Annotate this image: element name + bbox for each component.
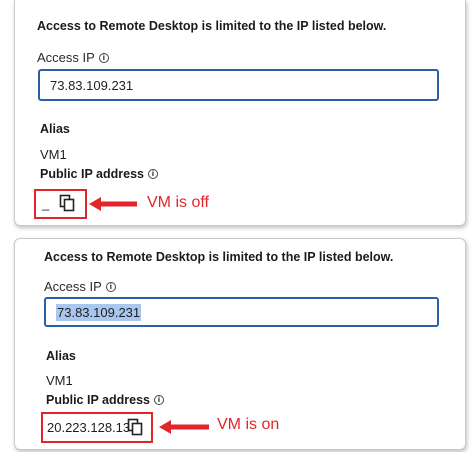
info-icon[interactable]: i: [153, 395, 164, 405]
public-ip-label: Public IP address: [40, 167, 144, 181]
public-ip-value: 20.223.128.13: [47, 420, 131, 435]
access-ip-label: Access IP: [37, 50, 95, 65]
public-ip-label: Public IP address: [46, 393, 150, 407]
vm-on-callout: VM is on: [217, 416, 280, 433]
access-ip-label-row: Access IP i: [37, 50, 109, 65]
left-arrow-icon: [89, 197, 137, 211]
alias-value: VM1: [46, 373, 73, 388]
panel-heading: Access to Remote Desktop is limited to t…: [44, 250, 394, 264]
access-ip-label-row: Access IP i: [44, 279, 116, 294]
access-ip-label: Access IP: [44, 279, 102, 294]
remote-desktop-panel-vm-off: Access to Remote Desktop is limited to t…: [14, 0, 466, 226]
remote-desktop-panel-vm-on: Access to Remote Desktop is limited to t…: [14, 238, 466, 450]
left-arrow-icon: [159, 420, 209, 434]
access-ip-value: 73.83.109.231: [50, 77, 134, 93]
alias-value: VM1: [40, 147, 67, 162]
access-ip-input[interactable]: 73.83.109.231: [44, 297, 439, 327]
alias-label: Alias: [46, 349, 76, 363]
vm-off-callout: VM is off: [147, 194, 209, 211]
alias-label: Alias: [40, 122, 70, 136]
public-ip-label-row: Public IP address i: [46, 393, 164, 407]
public-ip-label-row: Public IP address i: [40, 167, 158, 181]
info-icon[interactable]: i: [98, 52, 109, 63]
public-ip-value: _: [42, 196, 50, 211]
info-icon[interactable]: i: [147, 169, 158, 179]
access-ip-value-selected: 73.83.109.231: [56, 303, 142, 321]
copy-icon[interactable]: [59, 194, 75, 212]
access-ip-input[interactable]: 73.83.109.231: [38, 69, 439, 101]
info-icon[interactable]: i: [105, 281, 116, 292]
copy-icon[interactable]: [127, 418, 143, 436]
panel-heading: Access to Remote Desktop is limited to t…: [37, 19, 387, 33]
